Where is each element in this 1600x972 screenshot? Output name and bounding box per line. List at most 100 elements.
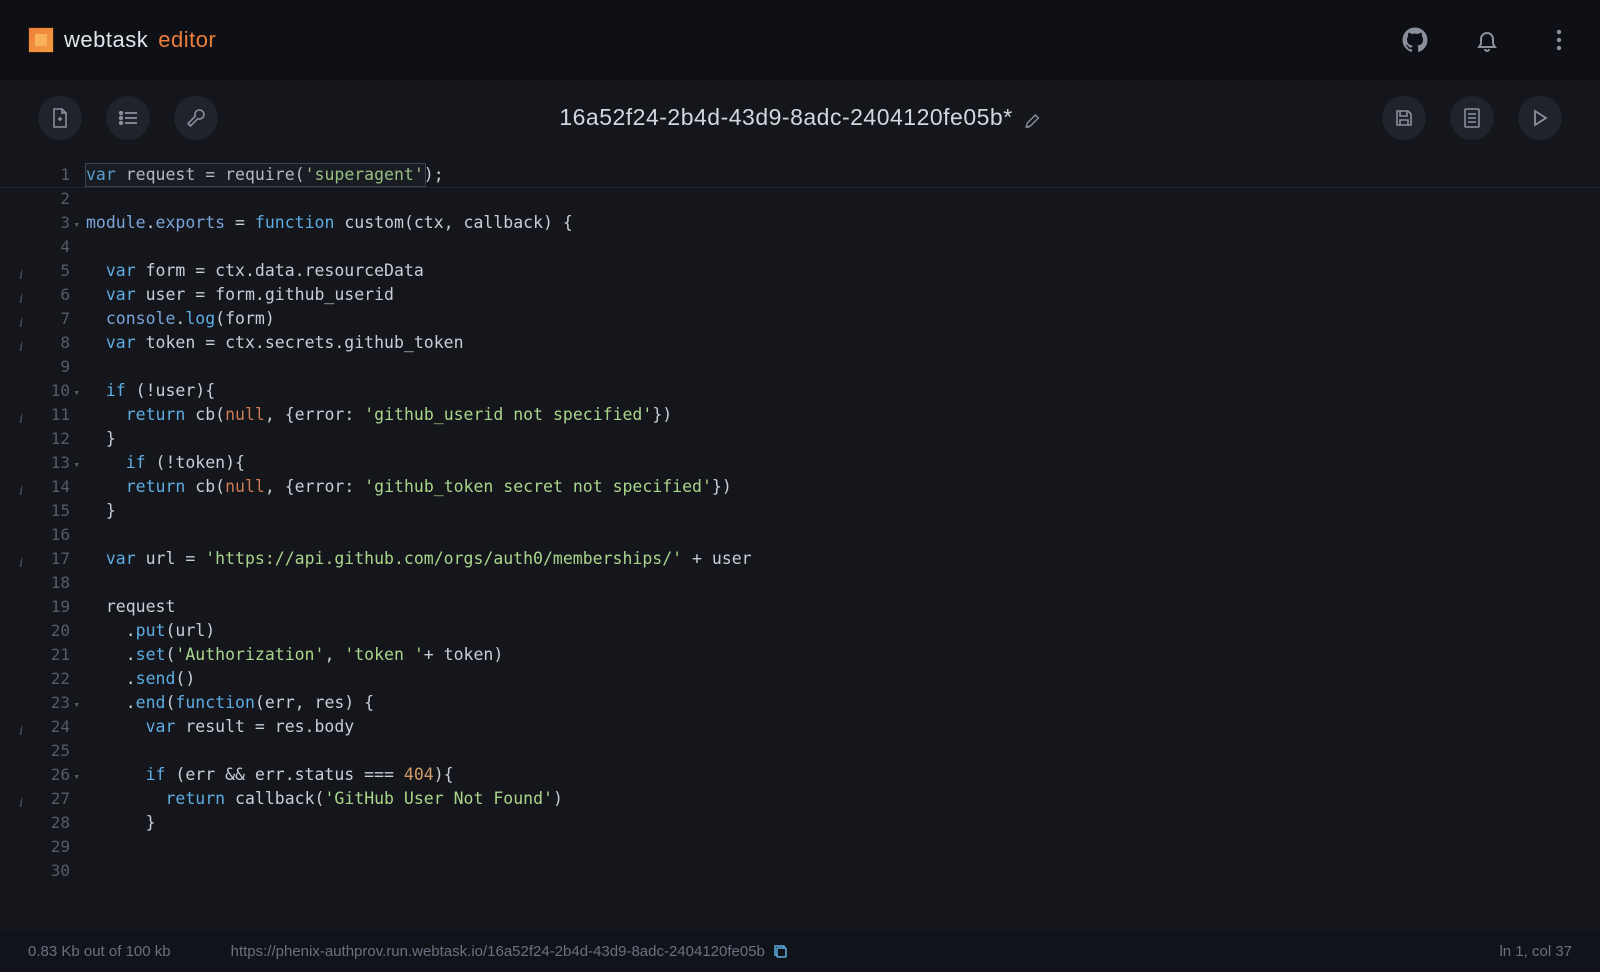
gutter-line: 16 <box>0 523 70 547</box>
fold-icon[interactable]: ▾ <box>73 693 80 717</box>
code-editor[interactable]: 123▾45i6i7i8i910▾11i1213▾14i151617i18192… <box>0 155 1600 930</box>
gutter-line: 27i <box>0 787 70 811</box>
pencil-icon[interactable] <box>1025 113 1041 129</box>
gutter-line: 24i <box>0 715 70 739</box>
gutter-line: 17i <box>0 547 70 571</box>
gutter-line: 14i <box>0 475 70 499</box>
fold-icon[interactable]: ▾ <box>73 453 80 477</box>
gutter-line: 18 <box>0 571 70 595</box>
code-line[interactable] <box>86 571 1600 595</box>
gutter-line: 2 <box>0 187 70 211</box>
gutter-line: 30 <box>0 859 70 883</box>
code-line[interactable]: module.exports = function custom(ctx, ca… <box>86 211 1600 235</box>
toolbar: 16a52f24-2b4d-43d9-8adc-2404120fe05b* <box>0 80 1600 155</box>
status-url-text: https://phenix-authprov.run.webtask.io/1… <box>231 943 765 960</box>
brand-logo <box>28 27 54 53</box>
logs-button[interactable] <box>1450 96 1494 140</box>
code-line[interactable]: } <box>86 427 1600 451</box>
code-line[interactable]: } <box>86 499 1600 523</box>
code-line[interactable]: return callback('GitHub User Not Found') <box>86 787 1600 811</box>
info-icon[interactable]: i <box>10 720 23 733</box>
gutter-line: 12 <box>0 427 70 451</box>
app-header: webtask editor <box>0 0 1600 80</box>
gutter-line: 25 <box>0 739 70 763</box>
code-line[interactable]: .send() <box>86 667 1600 691</box>
code-line[interactable]: var result = res.body <box>86 715 1600 739</box>
code-line[interactable] <box>86 523 1600 547</box>
code-line[interactable]: var form = ctx.data.resourceData <box>86 259 1600 283</box>
gutter-line: 11i <box>0 403 70 427</box>
gutter-line: 21 <box>0 643 70 667</box>
code-line[interactable] <box>86 835 1600 859</box>
gutter-line: 28 <box>0 811 70 835</box>
code-line[interactable]: var token = ctx.secrets.github_token <box>86 331 1600 355</box>
info-icon[interactable]: i <box>10 288 23 301</box>
info-icon[interactable]: i <box>10 408 23 421</box>
code-line[interactable]: var user = form.github_userid <box>86 283 1600 307</box>
toolbar-right <box>1382 96 1562 140</box>
code-line[interactable] <box>86 235 1600 259</box>
code-line[interactable]: .end(function(err, res) { <box>86 691 1600 715</box>
info-icon[interactable]: i <box>10 264 23 277</box>
header-actions <box>1402 27 1572 53</box>
fold-icon[interactable]: ▾ <box>73 765 80 789</box>
code-line[interactable]: .set('Authorization', 'token '+ token) <box>86 643 1600 667</box>
file-title: 16a52f24-2b4d-43d9-8adc-2404120fe05b* <box>559 104 1040 131</box>
gutter-line: 20 <box>0 619 70 643</box>
code-line[interactable]: return cb(null, {error: 'github_token se… <box>86 475 1600 499</box>
bell-icon[interactable] <box>1474 27 1500 53</box>
code-line[interactable]: request <box>86 595 1600 619</box>
brand-word-2: editor <box>158 27 216 53</box>
code-line[interactable]: } <box>86 811 1600 835</box>
gutter-line: 4 <box>0 235 70 259</box>
info-icon[interactable]: i <box>10 336 23 349</box>
gutter: 123▾45i6i7i8i910▾11i1213▾14i151617i18192… <box>0 155 82 930</box>
code-line[interactable]: var request = require('superagent'); <box>86 163 1600 187</box>
code-line[interactable]: return cb(null, {error: 'github_userid n… <box>86 403 1600 427</box>
list-button[interactable] <box>106 96 150 140</box>
menu-dots-icon[interactable] <box>1546 27 1572 53</box>
gutter-line: 10▾ <box>0 379 70 403</box>
new-file-button[interactable] <box>38 96 82 140</box>
code-line[interactable] <box>86 187 1600 211</box>
gutter-line: 1 <box>0 163 70 187</box>
gutter-line: 6i <box>0 283 70 307</box>
code-line[interactable]: var url = 'https://api.github.com/orgs/a… <box>86 547 1600 571</box>
gutter-line: 9 <box>0 355 70 379</box>
info-icon[interactable]: i <box>10 312 23 325</box>
gutter-line: 26▾ <box>0 763 70 787</box>
gutter-line: 22 <box>0 667 70 691</box>
gutter-line: 15 <box>0 499 70 523</box>
gutter-line: 13▾ <box>0 451 70 475</box>
github-icon[interactable] <box>1402 27 1428 53</box>
fold-icon[interactable]: ▾ <box>73 381 80 405</box>
wrench-button[interactable] <box>174 96 218 140</box>
gutter-line: 29 <box>0 835 70 859</box>
status-bar: 0.83 Kb out of 100 kb https://phenix-aut… <box>0 930 1600 972</box>
code-line[interactable] <box>86 859 1600 883</box>
code-line[interactable]: if (!token){ <box>86 451 1600 475</box>
code-line[interactable]: if (!user){ <box>86 379 1600 403</box>
gutter-line: 23▾ <box>0 691 70 715</box>
gutter-line: 3▾ <box>0 211 70 235</box>
code-line[interactable] <box>86 739 1600 763</box>
run-button[interactable] <box>1518 96 1562 140</box>
status-url: https://phenix-authprov.run.webtask.io/1… <box>231 943 788 960</box>
file-name: 16a52f24-2b4d-43d9-8adc-2404120fe05b* <box>559 104 1012 131</box>
code-line[interactable] <box>86 355 1600 379</box>
code-line[interactable]: .put(url) <box>86 619 1600 643</box>
brand: webtask editor <box>28 27 216 53</box>
brand-word-1: webtask <box>64 27 148 53</box>
status-cursor: ln 1, col 37 <box>1499 943 1572 960</box>
copy-icon[interactable] <box>773 944 788 959</box>
code-area[interactable]: var request = require('superagent'); modu… <box>82 155 1600 930</box>
info-icon[interactable]: i <box>10 792 23 805</box>
info-icon[interactable]: i <box>10 480 23 493</box>
gutter-line: 19 <box>0 595 70 619</box>
fold-icon[interactable]: ▾ <box>73 213 80 237</box>
code-line[interactable]: if (err && err.status === 404){ <box>86 763 1600 787</box>
save-button[interactable] <box>1382 96 1426 140</box>
info-icon[interactable]: i <box>10 552 23 565</box>
code-line[interactable]: console.log(form) <box>86 307 1600 331</box>
status-size: 0.83 Kb out of 100 kb <box>28 943 171 960</box>
